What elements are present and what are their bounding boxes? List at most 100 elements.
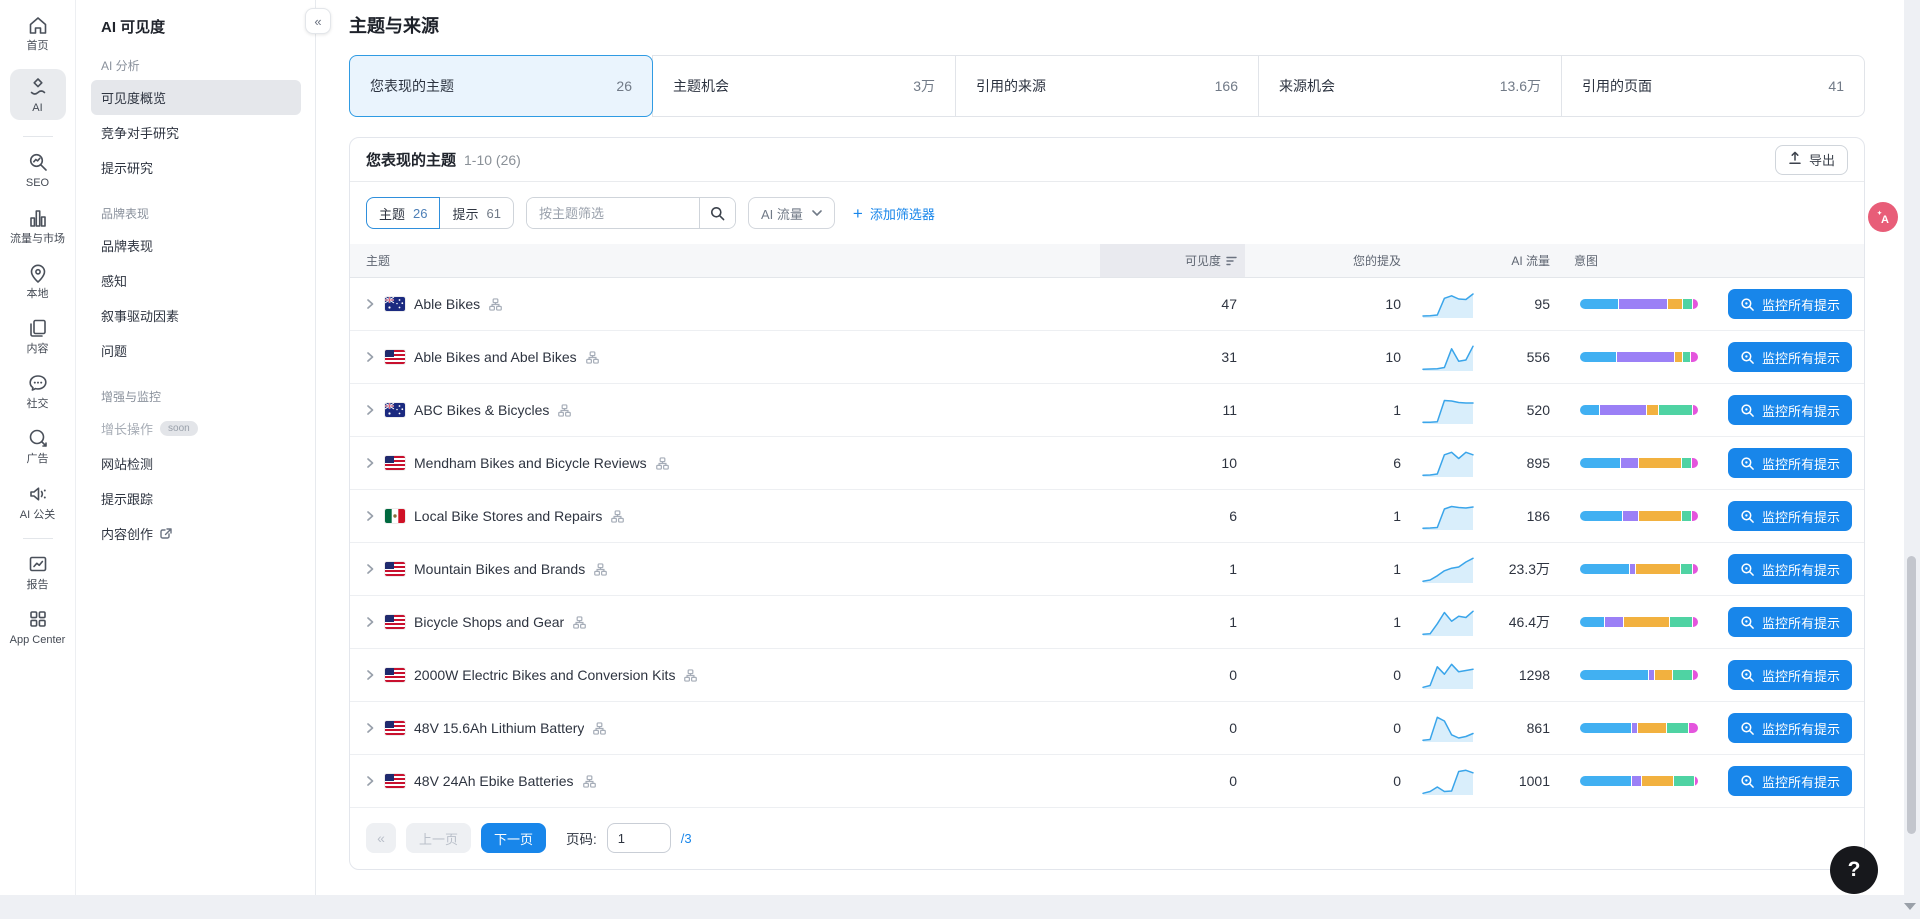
add-filter-button[interactable]: + 添加筛选器 (853, 204, 935, 223)
intent-segment (1630, 564, 1635, 574)
table-row[interactable]: 48V 15.6Ah Lithium Battery00861监控所有提示 (350, 702, 1864, 755)
tab-4[interactable]: 来源机会13.6万 (1258, 55, 1562, 117)
help-button[interactable]: ? (1830, 846, 1878, 894)
monitor-prompts-button[interactable]: 监控所有提示 (1728, 501, 1852, 531)
rail-item-ai[interactable]: AI (10, 69, 66, 120)
sidebar-item[interactable]: 叙事驱动因素 (91, 298, 301, 333)
monitor-prompts-button[interactable]: 监控所有提示 (1728, 342, 1852, 372)
intent-bar (1580, 299, 1698, 309)
sitemap-icon (489, 298, 502, 311)
sidebar-sections: AI 分析可见度概览竞争对手研究提示研究品牌表现品牌表现感知叙事驱动因素问题增强… (91, 51, 301, 551)
sidebar-item[interactable]: 可见度概览 (91, 80, 301, 115)
scrollbar-down-arrow[interactable] (1904, 903, 1916, 910)
intent-cell (1558, 723, 1710, 733)
expand-chevron-icon[interactable] (364, 457, 376, 469)
rail-item-label: AI (32, 102, 42, 115)
expand-chevron-icon[interactable] (364, 563, 376, 575)
mentions-sparkline (1409, 659, 1486, 691)
sidebar-section-header: AI 分析 (91, 51, 301, 80)
add-filter-label: 添加筛选器 (870, 204, 935, 223)
rail-item-local[interactable]: 本地 (8, 262, 68, 301)
expand-chevron-icon[interactable] (364, 404, 376, 416)
table-row[interactable]: 2000W Electric Bikes and Conversion Kits… (350, 649, 1864, 702)
sidebar-collapse-button[interactable]: « (305, 8, 331, 34)
sitemap-icon (593, 722, 606, 735)
tab-2[interactable]: 主题机会3万 (652, 55, 956, 117)
monitor-prompts-button[interactable]: 监控所有提示 (1728, 713, 1852, 743)
export-button[interactable]: 导出 (1775, 145, 1848, 175)
table-row[interactable]: Able Bikes471095监控所有提示 (350, 278, 1864, 331)
monitor-prompts-button[interactable]: 监控所有提示 (1728, 448, 1852, 478)
sidebar-item[interactable]: 感知 (91, 263, 301, 298)
expand-chevron-icon[interactable] (364, 510, 376, 522)
intent-segment (1617, 352, 1674, 362)
translate-badge[interactable]: A (1868, 202, 1898, 232)
monitor-prompts-button[interactable]: 监控所有提示 (1728, 289, 1852, 319)
sidebar-item[interactable]: 内容创作 (91, 516, 301, 551)
tab-3[interactable]: 引用的来源166 (955, 55, 1259, 117)
topic-search-input[interactable] (527, 198, 699, 228)
search-button[interactable] (699, 198, 735, 228)
sidebar-item[interactable]: 提示研究 (91, 150, 301, 185)
column-header-topic[interactable]: 主题 (350, 244, 1100, 277)
table-row[interactable]: Mountain Bikes and Brands1123.3万监控所有提示 (350, 543, 1864, 596)
monitor-prompts-button[interactable]: 监控所有提示 (1728, 607, 1852, 637)
ai-traffic-dropdown[interactable]: AI 流量 (748, 197, 835, 229)
table-row[interactable]: ABC Bikes & Bicycles111520监控所有提示 (350, 384, 1864, 437)
rail-item-ads[interactable]: 广告 (8, 427, 68, 466)
sidebar-item[interactable]: 品牌表现 (91, 228, 301, 263)
rail-item-label: 广告 (27, 453, 49, 466)
vertical-scrollbar[interactable] (1907, 556, 1916, 834)
rail-item-label: 本地 (27, 288, 49, 301)
expand-chevron-icon[interactable] (364, 616, 376, 628)
rail-item-seo[interactable]: SEO (8, 151, 68, 190)
rail-item-social[interactable]: 社交 (8, 372, 68, 411)
rail-item-traffic-market[interactable]: 流量与市场 (8, 207, 68, 246)
table-row[interactable]: Able Bikes and Abel Bikes3110556监控所有提示 (350, 331, 1864, 384)
expand-chevron-icon[interactable] (364, 775, 376, 787)
sidebar-item[interactable]: 问题 (91, 333, 301, 368)
table-row[interactable]: Mendham Bikes and Bicycle Reviews106895监… (350, 437, 1864, 490)
expand-chevron-icon[interactable] (364, 298, 376, 310)
previous-page-button[interactable]: 上一页 (406, 823, 471, 853)
table-row[interactable]: Bicycle Shops and Gear1146.4万监控所有提示 (350, 596, 1864, 649)
column-header-visibility[interactable]: 可见度 (1100, 244, 1245, 277)
column-header-traffic[interactable]: AI 流量 (1486, 244, 1558, 277)
sidebar-title: AI 可见度 (91, 16, 301, 37)
column-header-intent[interactable]: 意图 (1558, 244, 1710, 277)
ai-traffic-value: 520 (1486, 402, 1558, 418)
rail-item-label: 内容 (27, 343, 49, 356)
rail-item-ai-pr[interactable]: AI 公关 (8, 483, 68, 522)
monitor-prompts-label: 监控所有提示 (1762, 507, 1840, 526)
sidebar-item[interactable]: 提示跟踪 (91, 481, 301, 516)
monitor-prompts-label: 监控所有提示 (1762, 454, 1840, 473)
sidebar-item[interactable]: 网站检测 (91, 446, 301, 481)
tab-5[interactable]: 引用的页面41 (1561, 55, 1865, 117)
first-page-button[interactable]: « (366, 823, 396, 853)
expand-chevron-icon[interactable] (364, 722, 376, 734)
table-body: Able Bikes471095监控所有提示Able Bikes and Abe… (350, 278, 1864, 808)
rail-item-reports[interactable]: 报告 (8, 553, 68, 592)
sidebar-item[interactable]: 竞争对手研究 (91, 115, 301, 150)
expand-chevron-icon[interactable] (364, 351, 376, 363)
monitor-prompts-button[interactable]: 监控所有提示 (1728, 395, 1852, 425)
column-header-mentions[interactable]: 您的提及 (1245, 244, 1409, 277)
tab-1[interactable]: 您表现的主题26 (349, 55, 653, 117)
page-number-input[interactable] (607, 823, 671, 853)
table-row[interactable]: 48V 24Ah Ebike Batteries001001监控所有提示 (350, 755, 1864, 808)
rail-item-app-center[interactable]: App Center (8, 608, 68, 647)
intent-bar (1580, 670, 1698, 680)
sitemap-icon (656, 457, 669, 470)
segment-topics[interactable]: 主题 26 (366, 197, 440, 229)
rail-item-content[interactable]: 内容 (8, 317, 68, 356)
monitor-prompts-button[interactable]: 监控所有提示 (1728, 766, 1852, 796)
monitor-prompts-button[interactable]: 监控所有提示 (1728, 554, 1852, 584)
rail-item-home[interactable]: 首页 (8, 14, 68, 53)
next-page-button[interactable]: 下一页 (481, 823, 546, 853)
action-cell: 监控所有提示 (1710, 660, 1864, 690)
table-row[interactable]: Local Bike Stores and Repairs61186监控所有提示 (350, 490, 1864, 543)
segment-prompts[interactable]: 提示 61 (439, 197, 513, 229)
monitor-prompts-button[interactable]: 监控所有提示 (1728, 660, 1852, 690)
expand-chevron-icon[interactable] (364, 669, 376, 681)
monitor-prompts-label: 监控所有提示 (1762, 772, 1840, 791)
